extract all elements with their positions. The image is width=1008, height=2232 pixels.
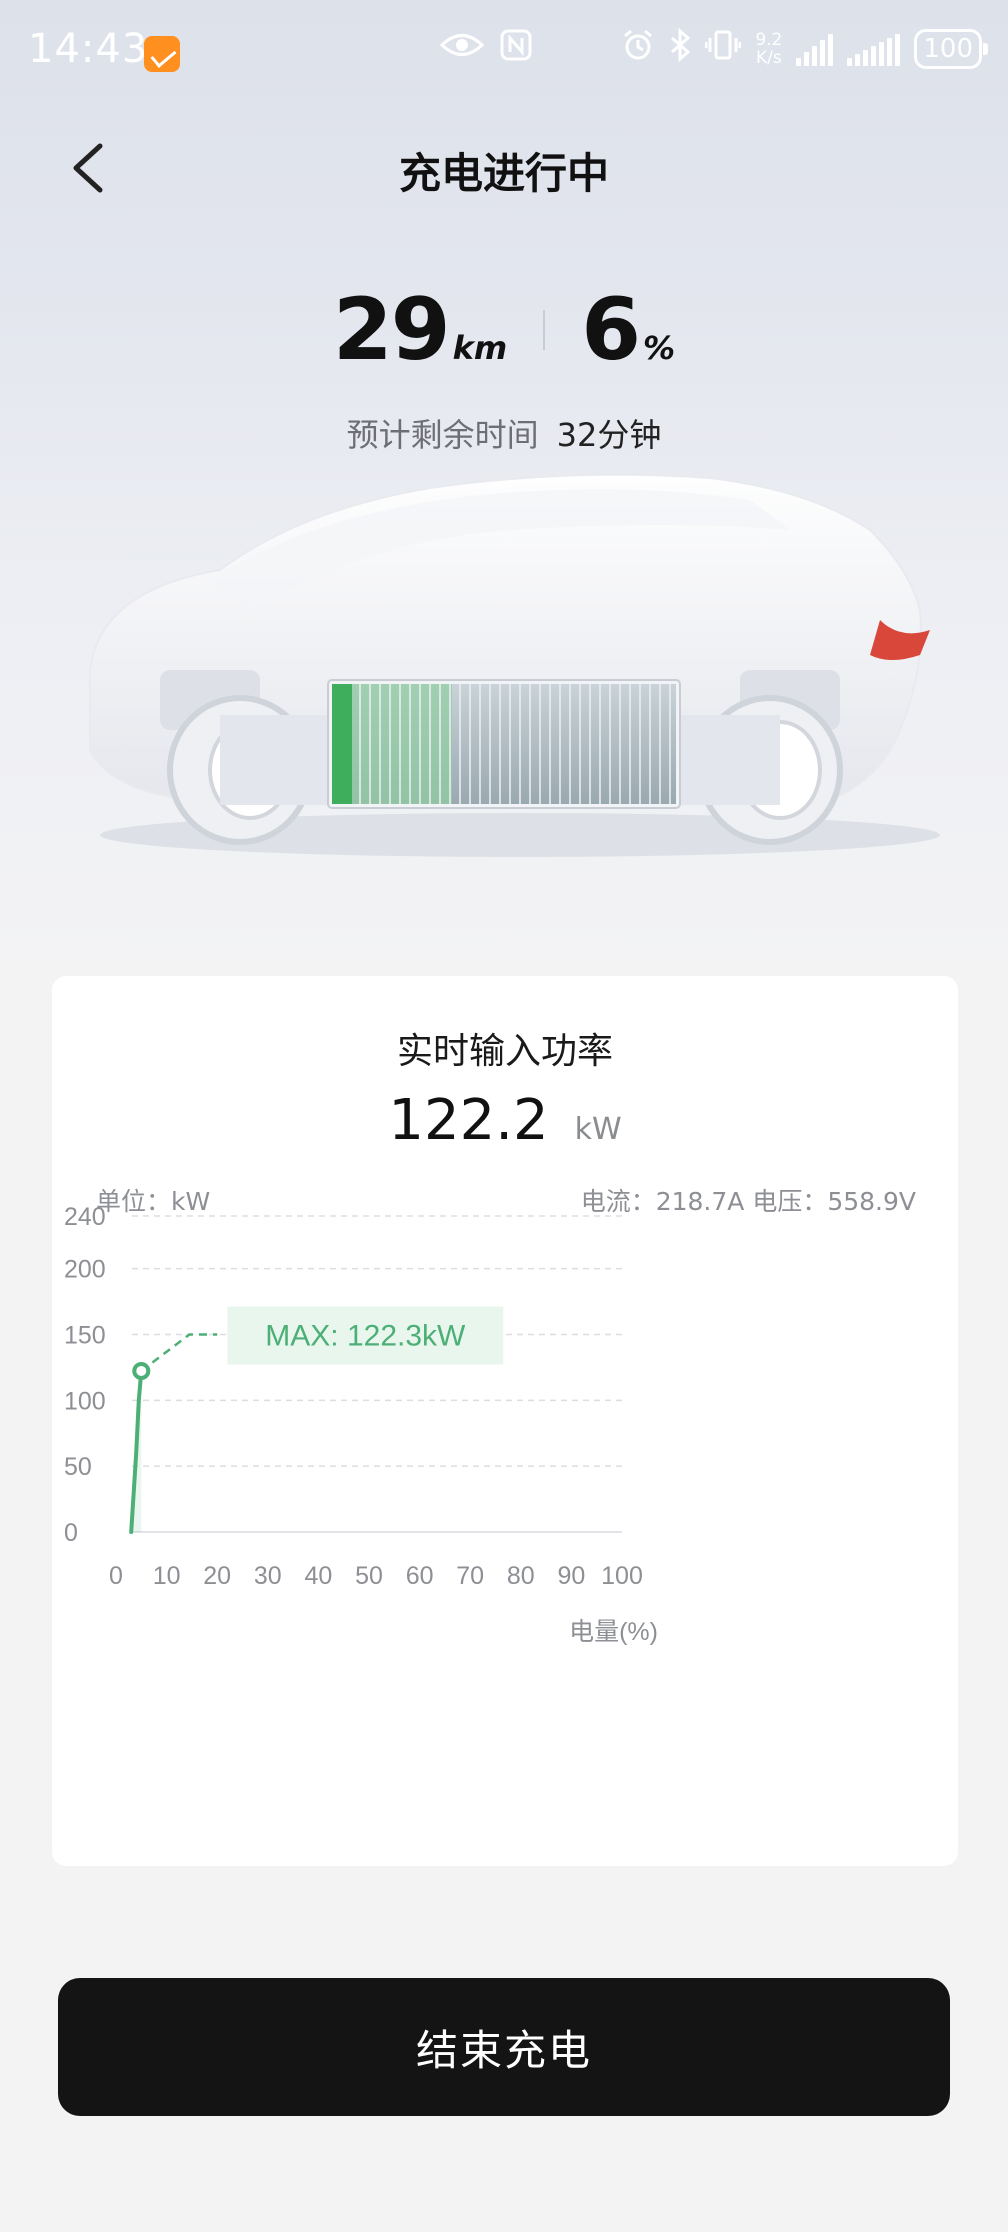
x-tick-label: 30 (254, 1562, 282, 1590)
x-tick-label: 100 (601, 1562, 643, 1590)
max-leader-line (140, 1333, 218, 1372)
max-point-marker (132, 1361, 151, 1380)
power-chart: 0 50 100 150 200 240 0 10 20 30 40 50 60 70 80 90 100 电量(… (64, 1206, 658, 1646)
x-tick-label: 60 (406, 1562, 434, 1590)
end-charging-button[interactable]: 结束充电 (58, 1978, 950, 2116)
y-tick-label: 50 (64, 1453, 92, 1481)
x-tick-label: 40 (304, 1562, 332, 1590)
eye-icon (439, 30, 485, 68)
y-tick-label: 100 (64, 1387, 106, 1415)
power-unit: kW (574, 1112, 622, 1147)
power-readout: 122.2 kW (52, 1088, 958, 1153)
x-tick-label: 80 (507, 1562, 535, 1590)
signal-icon (796, 32, 834, 66)
net-speed-value: 9.2 (755, 30, 783, 50)
card-title: 实时输入功率 (396, 1031, 613, 1072)
status-time: 14:43 (28, 26, 149, 72)
x-tick-label: 20 (203, 1562, 231, 1590)
bluetooth-icon (669, 27, 691, 70)
y-tick-label: 240 (64, 1206, 106, 1231)
charge-stats: 29 km 6 % (0, 280, 1008, 380)
net-speed: 9.2 K/s (755, 31, 782, 67)
power-value: 122.2 (388, 1088, 549, 1153)
power-card: 实时输入功率 122.2 kW 单位：kW 电流：218.7A 电压：558.9V… (52, 976, 958, 1866)
range-unit: km (452, 329, 508, 367)
status-bar: 14:43 9.2 K/s 100 (0, 0, 1008, 108)
range-value: 29 (332, 280, 451, 380)
vibrate-icon (704, 28, 742, 70)
y-tick-label: 150 (64, 1322, 106, 1350)
nfc-icon (499, 28, 533, 70)
eta-row: 预计剩余时间 32分钟 (0, 410, 1008, 456)
battery-level: 100 (923, 34, 973, 64)
eta-value: 32分钟 (556, 416, 662, 454)
x-axis-label: 电量(%) (569, 1618, 658, 1646)
alarm-icon (621, 28, 655, 70)
max-annotation-label: MAX: 122.3kW (265, 1320, 466, 1353)
net-speed-unit: K/s (755, 48, 782, 68)
x-tick-label: 0 (109, 1562, 123, 1590)
stat-divider (543, 310, 546, 350)
car-illustration (89, 473, 940, 857)
y-tick-label: 200 (64, 1256, 106, 1284)
status-icons: 9.2 K/s 100 (439, 27, 988, 70)
soc-unit: % (643, 329, 676, 367)
x-tick-label: 10 (153, 1562, 181, 1590)
signal-icon (847, 32, 901, 66)
x-tick-label: 50 (355, 1562, 383, 1590)
x-tick-label: 90 (557, 1562, 585, 1590)
page-title: 充电进行中 (398, 149, 609, 198)
x-tick-label: 70 (456, 1562, 484, 1590)
battery-icon: 100 (914, 29, 988, 69)
eta-label: 预计剩余时间 (346, 416, 539, 454)
y-tick-label: 0 (64, 1519, 78, 1547)
app-icon (144, 36, 180, 72)
soc-value: 6 (581, 280, 641, 380)
